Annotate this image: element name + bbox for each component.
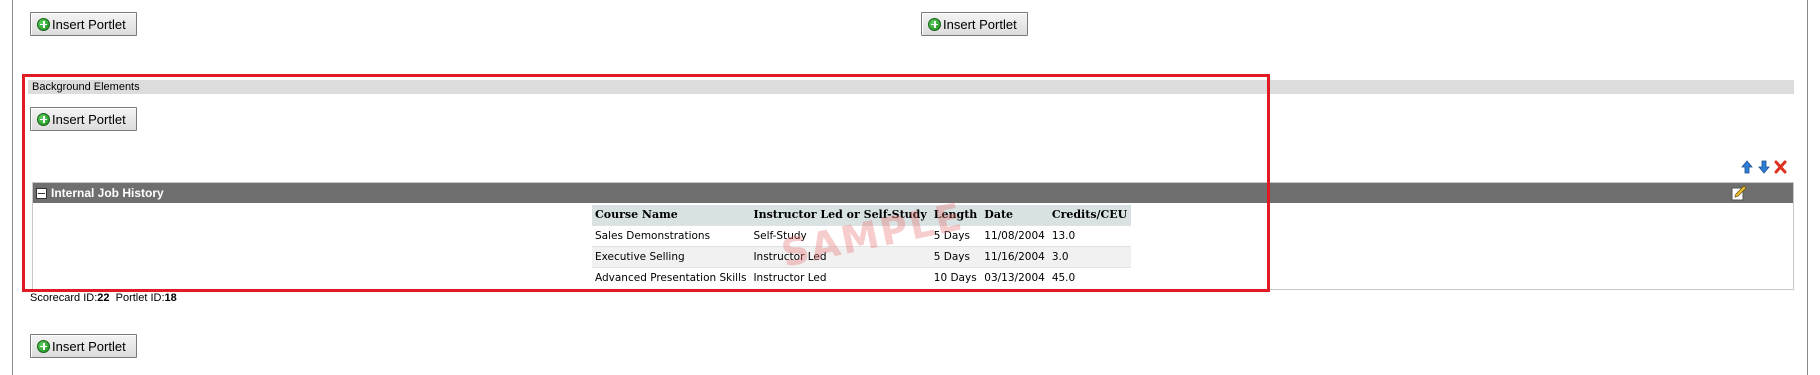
- portlet-header: Internal Job History: [33, 183, 1793, 203]
- table-cell: Advanced Presentation Skills: [592, 266, 751, 288]
- delete-icon[interactable]: [1774, 160, 1787, 174]
- table-cell: Sales Demonstrations: [592, 224, 751, 246]
- column-header: Instructor Led or Self-Study: [750, 205, 931, 225]
- table-row: Advanced Presentation Skills Instructor …: [592, 266, 1132, 288]
- column-header: Date: [981, 205, 1049, 225]
- table-cell: Executive Selling: [592, 245, 751, 267]
- portlet-id-value: 18: [164, 292, 177, 304]
- insert-portlet-label: Insert Portlet: [52, 111, 126, 127]
- insert-portlet-label: Insert Portlet: [52, 338, 126, 354]
- table-row: Sales Demonstrations Self-Study 5 Days 1…: [592, 224, 1132, 246]
- move-up-icon[interactable]: [1740, 160, 1753, 174]
- table-row: Executive Selling Instructor Led 5 Days …: [592, 245, 1132, 267]
- background-elements-title: Background Elements: [32, 81, 140, 93]
- table-cell: 3.0: [1048, 245, 1132, 267]
- insert-portlet-button-top-center[interactable]: Insert Portlet: [921, 12, 1028, 36]
- portlet-ids: Scorecard ID:22 Portlet ID:18: [30, 292, 177, 304]
- insert-portlet-label: Insert Portlet: [943, 16, 1017, 32]
- portlet-actions: [1740, 160, 1787, 174]
- table-cell: 11/16/2004: [981, 245, 1049, 267]
- course-history-table: Course Name Instructor Led or Self-Study…: [592, 205, 1132, 288]
- internal-job-history-portlet: Internal Job History Course Name Instruc…: [32, 182, 1794, 290]
- scorecard-id-label: Scorecard ID:: [30, 292, 98, 304]
- table-cell: 5 Days: [930, 224, 982, 246]
- scorecard-id-value: 22: [97, 292, 110, 304]
- background-elements-header: Background Elements: [28, 80, 1794, 94]
- edit-icon[interactable]: [1731, 185, 1747, 201]
- insert-portlet-button-bottom[interactable]: Insert Portlet: [30, 334, 137, 358]
- table-cell: 13.0: [1048, 224, 1132, 246]
- insert-portlet-label: Insert Portlet: [52, 16, 126, 32]
- plus-circle-icon: [928, 17, 941, 31]
- table-header-row: Course Name Instructor Led or Self-Study…: [592, 205, 1132, 225]
- table-cell: Instructor Led: [750, 266, 931, 288]
- portlet-id-label: Portlet ID:: [115, 292, 165, 304]
- plus-circle-icon: [37, 112, 50, 126]
- table-cell: 10 Days: [930, 266, 982, 288]
- table-cell: 03/13/2004: [981, 266, 1049, 288]
- move-down-icon[interactable]: [1757, 160, 1770, 174]
- portlet-title: Internal Job History: [51, 186, 164, 200]
- column-header: Credits/CEU: [1048, 205, 1132, 225]
- collapse-icon[interactable]: [36, 187, 47, 199]
- table-cell: Instructor Led: [750, 245, 931, 267]
- column-header: Course Name: [592, 205, 751, 225]
- insert-portlet-button-top-left[interactable]: Insert Portlet: [30, 12, 137, 36]
- table-cell: 5 Days: [930, 245, 982, 267]
- insert-portlet-button-background[interactable]: Insert Portlet: [30, 107, 137, 131]
- table-cell: 45.0: [1048, 266, 1132, 288]
- table-cell: Self-Study: [750, 224, 931, 246]
- plus-circle-icon: [37, 339, 50, 353]
- column-header: Length: [930, 205, 982, 225]
- plus-circle-icon: [37, 17, 50, 31]
- table-cell: 11/08/2004: [981, 224, 1049, 246]
